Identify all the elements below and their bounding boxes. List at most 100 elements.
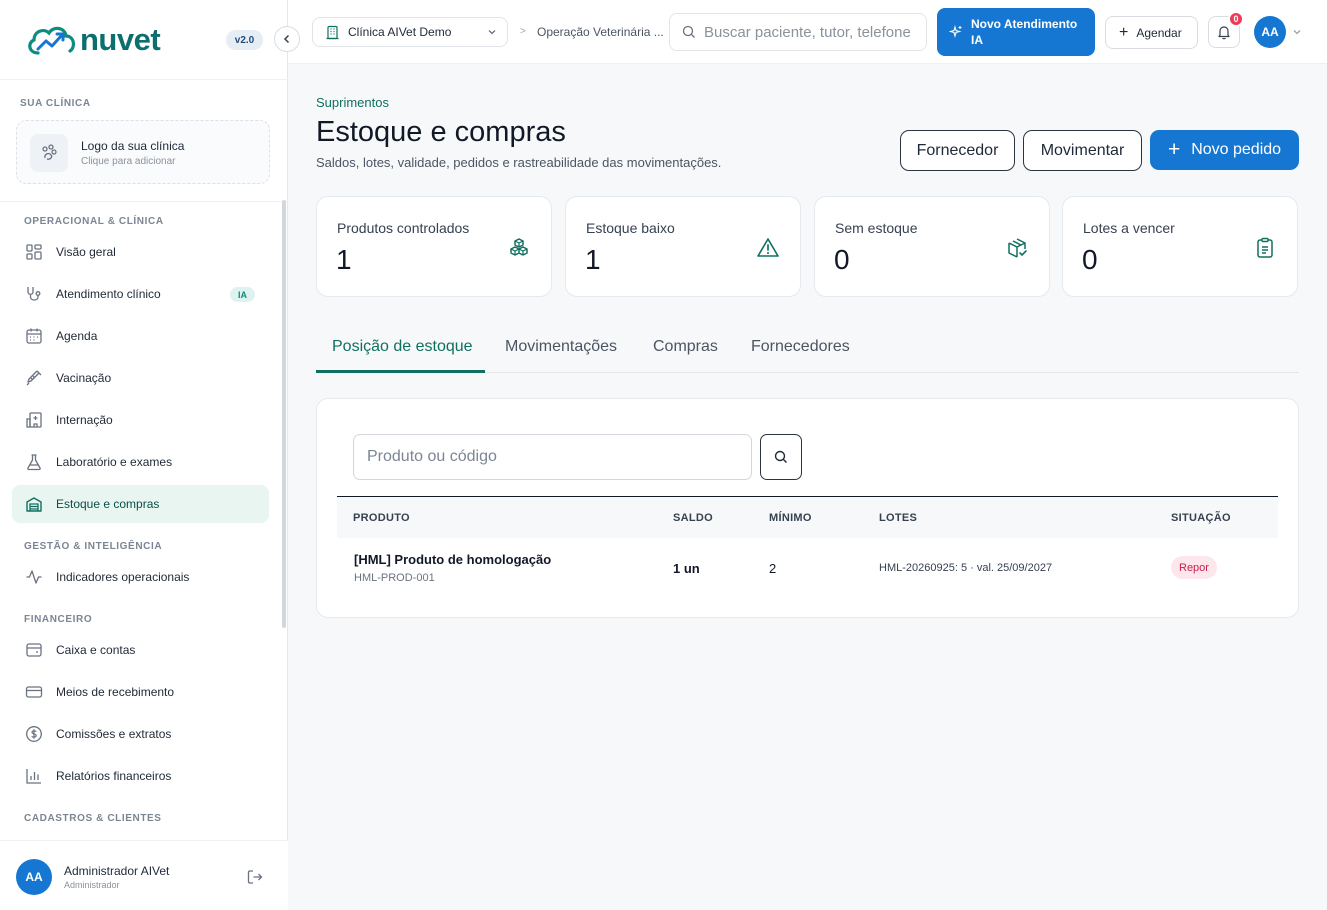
product-search-button[interactable] <box>760 434 802 480</box>
kpi-label: Lotes a vencer <box>1083 220 1175 236</box>
kpi-label: Produtos controlados <box>337 220 470 236</box>
clipboard-icon <box>1253 236 1277 260</box>
sidebar-item-agenda[interactable]: Agenda <box>12 317 269 355</box>
calendar-icon <box>24 326 44 346</box>
sidebar-item-comissoes[interactable]: Comissões e extratos <box>12 715 269 753</box>
sidebar-item-label: Agenda <box>56 329 98 343</box>
sidebar-item-visao-geral[interactable]: Visão geral <box>12 233 269 271</box>
dollar-circle-icon <box>24 724 44 744</box>
section-label-cadastros: CADASTROS & CLIENTES <box>24 813 162 824</box>
sidebar-item-caixa-contas[interactable]: Caixa e contas <box>12 631 269 669</box>
clinic-selector[interactable]: Clínica AIVet Demo <box>312 17 508 47</box>
alert-triangle-icon <box>756 236 780 260</box>
sidebar-item-label: Indicadores operacionais <box>56 570 190 584</box>
hospital-icon <box>24 410 44 430</box>
clinic-logo-upload[interactable]: Logo da sua clínica Clique para adiciona… <box>16 120 270 184</box>
page-title: Estoque e compras <box>316 116 566 148</box>
clinic-logo-subtitle: Clique para adicionar <box>81 156 176 167</box>
sidebar-item-laboratorio[interactable]: Laboratório e exames <box>12 443 269 481</box>
chevron-down-icon[interactable] <box>1292 27 1302 37</box>
section-label-operacional: OPERACIONAL & CLÍNICA <box>24 216 164 227</box>
schedule-button[interactable]: + Agendar <box>1105 16 1198 49</box>
breadcrumb-separator: > <box>520 26 526 37</box>
kpi-estoque-baixo: Estoque baixo 1 <box>565 196 801 297</box>
syringe-icon <box>24 368 44 388</box>
supplier-button[interactable]: Fornecedor <box>900 130 1015 171</box>
product-code: HML-PROD-001 <box>354 572 435 584</box>
sidebar-scrollbar[interactable] <box>282 200 286 628</box>
section-label-gestao: GESTÃO & INTELIGÊNCIA <box>24 541 163 552</box>
sparkles-icon <box>949 25 963 39</box>
ia-badge: IA <box>230 287 255 302</box>
kpi-value: 0 <box>834 244 850 275</box>
new-order-label: Novo pedido <box>1191 141 1282 158</box>
chevron-left-icon <box>282 34 292 44</box>
tab-movimentacoes[interactable]: Movimentações <box>505 338 617 356</box>
tab-fornecedores[interactable]: Fornecedores <box>751 338 850 356</box>
user-role: Administrador <box>64 880 120 890</box>
sidebar-item-label: Vacinação <box>56 371 112 385</box>
cubes-icon <box>507 236 531 260</box>
user-menu-avatar[interactable]: AA <box>1254 16 1286 48</box>
logout-icon[interactable] <box>246 868 264 886</box>
product-lots: HML-20260925: 5 · val. 25/09/2027 <box>879 562 1053 574</box>
global-search-input[interactable] <box>704 23 914 41</box>
tab-compras[interactable]: Compras <box>653 338 718 356</box>
bell-icon <box>1216 24 1232 40</box>
move-stock-button[interactable]: Movimentar <box>1023 130 1142 171</box>
chevron-down-icon <box>487 27 497 37</box>
user-avatar[interactable]: AA <box>16 859 52 895</box>
plus-icon: + <box>1167 138 1181 161</box>
new-ia-appointment-button[interactable]: Novo Atendimento IA <box>937 8 1095 56</box>
column-header-produto: PRODUTO <box>353 512 410 524</box>
grid-icon <box>24 242 44 262</box>
sidebar-item-internacao[interactable]: Internação <box>12 401 269 439</box>
warehouse-icon <box>24 494 44 514</box>
sidebar-item-estoque-compras[interactable]: Estoque e compras <box>12 485 269 523</box>
sidebar-item-vacinacao[interactable]: Vacinação <box>12 359 269 397</box>
new-order-button[interactable]: + Novo pedido <box>1150 130 1299 170</box>
kpi-label: Estoque baixo <box>586 220 675 236</box>
column-header-situacao: SITUAÇÃO <box>1171 512 1231 524</box>
sidebar-item-relatorios-financeiros[interactable]: Relatórios financeiros <box>12 757 269 795</box>
brand-logo[interactable]: nuvet <box>26 22 161 58</box>
page-subtitle: Saldos, lotes, validade, pedidos e rastr… <box>316 155 722 170</box>
new-ia-appointment-label: Novo Atendimento IA <box>971 17 1078 47</box>
product-search-input[interactable] <box>353 434 752 480</box>
section-label-clinic: SUA CLÍNICA <box>20 98 91 109</box>
breadcrumb[interactable]: Operação Veterinária ... <box>537 25 664 39</box>
package-check-icon <box>1005 236 1029 260</box>
paw-upload-icon <box>30 134 68 172</box>
tab-posicao-estoque[interactable]: Posição de estoque <box>332 338 473 356</box>
bar-chart-icon <box>24 766 44 786</box>
sidebar-item-atendimento-clinico[interactable]: Atendimento clínico IA <box>12 275 269 313</box>
notifications-count-badge: 0 <box>1228 11 1244 27</box>
user-name: Administrador AIVet <box>64 864 170 878</box>
user-box: AA Administrador AIVet Administrador <box>0 840 288 910</box>
kpi-lotes-a-vencer: Lotes a vencer 0 <box>1062 196 1298 297</box>
sidebar: nuvet v2.0 SUA CLÍNICA Logo da sua clíni… <box>0 0 300 910</box>
sidebar-item-label: Visão geral <box>56 245 116 259</box>
sidebar-item-label: Atendimento clínico <box>56 287 161 301</box>
product-balance: 1 un <box>673 561 700 576</box>
kpi-value: 1 <box>336 244 352 275</box>
column-header-minimo: MÍNIMO <box>769 512 812 524</box>
column-header-saldo: SALDO <box>673 512 713 524</box>
sidebar-item-label: Internação <box>56 413 113 427</box>
sidebar-item-meios-recebimento[interactable]: Meios de recebimento <box>12 673 269 711</box>
product-minimum: 2 <box>769 561 777 576</box>
sidebar-item-label: Estoque e compras <box>56 497 160 511</box>
logo-row: nuvet v2.0 <box>0 0 288 80</box>
collapse-sidebar-button[interactable] <box>274 26 300 52</box>
column-header-lotes: LOTES <box>879 512 918 524</box>
flask-icon <box>24 452 44 472</box>
sidebar-item-indicadores[interactable]: Indicadores operacionais <box>12 558 269 596</box>
credit-card-icon <box>24 682 44 702</box>
clinic-logo-title: Logo da sua clínica <box>81 139 185 153</box>
wallet-icon <box>24 640 44 660</box>
sidebar-item-label: Comissões e extratos <box>56 727 172 741</box>
stock-tabs: Posição de estoque Movimentações Compras… <box>316 324 1299 373</box>
global-search[interactable] <box>669 13 927 51</box>
topbar: Clínica AIVet Demo > Operação Veterinári… <box>288 0 1327 64</box>
sidebar-item-label: Meios de recebimento <box>56 685 175 699</box>
